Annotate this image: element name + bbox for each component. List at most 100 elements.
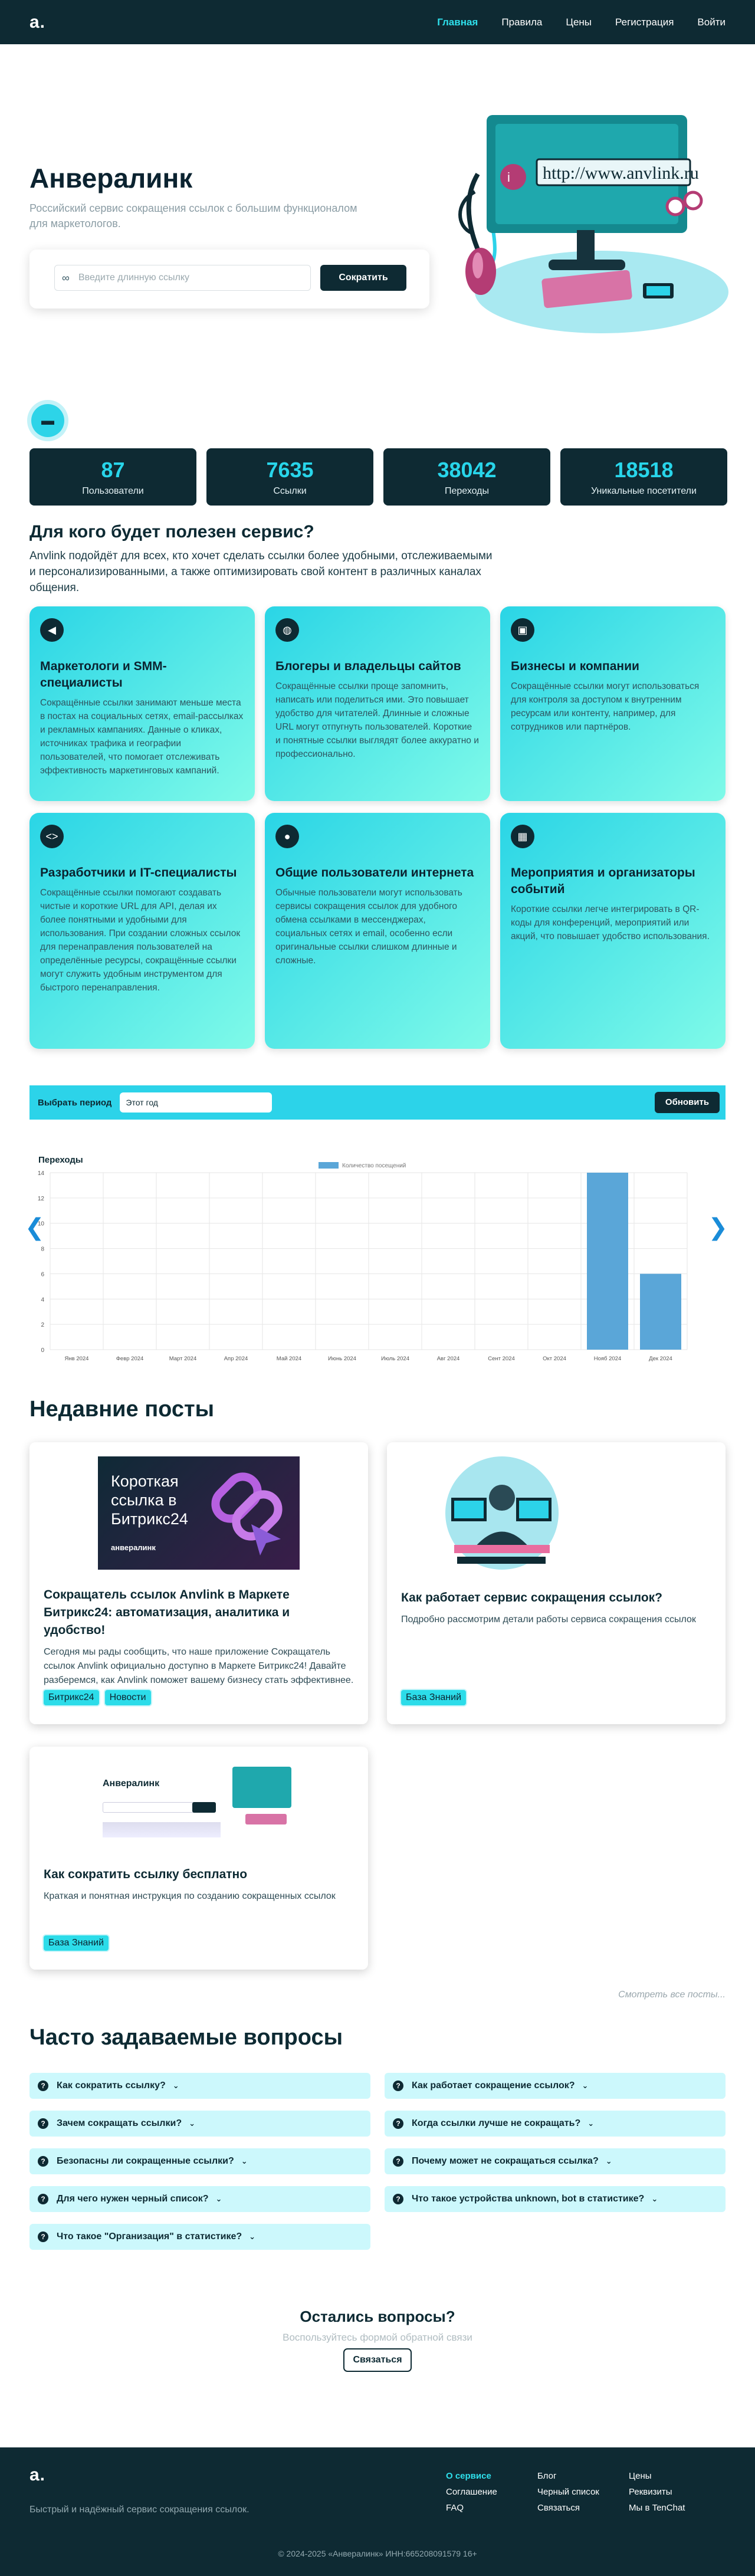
stat-links-value: 7635 <box>266 458 314 482</box>
period-label: Выбрать период <box>38 1097 112 1108</box>
footer-link-faq[interactable]: FAQ <box>446 2503 537 2513</box>
stats-section: ▬ 87 Пользователи 7635 Ссылки 38042 Переход… <box>29 342 727 506</box>
audience-card-marketers: ◀ Маркетологи и SMM-специалисты Сокращённы… <box>29 606 255 801</box>
menu-item-register[interactable]: Регистрация <box>615 17 674 28</box>
faq-section: Часто задаваемые вопросы ? Как сократить … <box>29 2025 726 2250</box>
footer-link-agreement[interactable]: Соглашение <box>446 2487 537 2497</box>
faq-item[interactable]: ? Безопасны ли сокращенные ссылки? ⌄ <box>29 2148 370 2174</box>
faq-item[interactable]: ? Когда ссылки лучше не сокращать? ⌄ <box>385 2111 726 2137</box>
contact-button[interactable]: Связаться <box>343 2348 412 2372</box>
post-image-workstation <box>445 1456 559 1570</box>
post-card-how-it-works[interactable]: Как работает сервис сокращения ссылок? П… <box>387 1442 726 1724</box>
main-menu: Главная Правила Цены Регистрация Войти <box>437 17 726 28</box>
chevron-down-icon: ⌄ <box>605 2157 612 2165</box>
y-tick-label: 14 <box>38 1170 45 1177</box>
post-title[interactable]: Сокращатель ссылок Anvlink в Маркете Бит… <box>44 1586 354 1639</box>
shorten-form: ∞ Введите длинную ссылку Сократить <box>29 250 429 309</box>
refresh-button[interactable]: Обновить <box>655 1092 720 1113</box>
tag-bitrix[interactable]: Битрикс24 <box>44 1690 99 1705</box>
faq-item[interactable]: ? Зачем сокращать ссылки? ⌄ <box>29 2111 370 2137</box>
y-tick-label: 10 <box>38 1221 45 1228</box>
x-tick-label: Июль 2024 <box>381 1356 409 1362</box>
question-icon: ? <box>38 2156 48 2167</box>
faq-item[interactable]: ? Как работает сокращение ссылок? ⌄ <box>385 2073 726 2099</box>
user-icon: ● <box>275 825 299 848</box>
stat-links: 7635 Ссылки <box>206 448 373 506</box>
footer-link-prices[interactable]: Цены <box>629 2471 711 2481</box>
copyright: © 2024-2025 «Анвералинк» ИНН:66520809157… <box>278 2549 477 2558</box>
faq-item[interactable]: ? Для чего нужен черный список? ⌄ <box>29 2186 370 2212</box>
x-tick-label: Май 2024 <box>277 1356 301 1362</box>
svg-text:i: i <box>507 170 510 185</box>
long-url-placeholder: Введите длинную ссылку <box>78 273 190 283</box>
question-icon: ? <box>393 2118 403 2129</box>
chat-icon[interactable]: ▬ <box>31 404 64 437</box>
shorten-button[interactable]: Сократить <box>320 265 406 291</box>
card-text: Сокращённые ссылки помогают создавать чи… <box>40 888 241 993</box>
post-excerpt: Сегодня мы рады сообщить, что наше прило… <box>44 1647 354 1685</box>
stat-users: 87 Пользователи <box>29 448 196 506</box>
menu-item-prices[interactable]: Цены <box>566 17 592 28</box>
post-card-bitrix[interactable]: Короткая ссылка в Битрикс24 анвералинк С… <box>29 1442 368 1724</box>
x-tick-label: Февр 2024 <box>116 1356 144 1362</box>
stat-users-label: Пользователи <box>82 486 144 496</box>
link-icon: ∞ <box>62 272 70 284</box>
post-excerpt: Подробно рассмотрим детали работы сервис… <box>401 1614 696 1625</box>
question-icon: ? <box>38 2118 48 2129</box>
logo[interactable]: a. <box>29 12 45 32</box>
clicks-chart: Переходы ❮ ❯ Количество посещений 0 2 4 6 8 10… <box>25 1137 728 1391</box>
audience-intro: Anvlink подойдёт для всех, кто хочет сде… <box>29 550 493 594</box>
stat-users-value: 87 <box>101 458 125 482</box>
post-image-site-preview: Анвералинк <box>98 1761 300 1849</box>
footer-logo[interactable]: a. <box>29 2465 45 2485</box>
chevron-down-icon: ⌄ <box>651 2194 658 2203</box>
hero-title: Анвералинк <box>29 163 193 193</box>
footer-link-contact[interactable]: Связаться <box>537 2503 629 2513</box>
footer: a. Быстрый и надёжный сервис сокращения … <box>0 2447 755 2576</box>
all-posts-link[interactable]: Смотреть все посты... <box>29 1990 726 2000</box>
preview-logo-text: Анвералинк <box>103 1778 160 1789</box>
faq-item[interactable]: ? Что такое устройства unknown, bot в ста… <box>385 2186 726 2212</box>
faq-question: Безопасны ли сокращенные ссылки? <box>57 2156 234 2166</box>
faq-item[interactable]: ? Как сократить ссылку? ⌄ <box>29 2073 370 2099</box>
faq-item[interactable]: ? Что такое "Организация" в статистике? ⌄ <box>29 2224 370 2250</box>
question-icon: ? <box>38 2194 48 2204</box>
faq-title: Часто задаваемые вопросы <box>29 2025 343 2050</box>
x-tick-label: Июнь 2024 <box>328 1356 356 1362</box>
long-url-input[interactable]: ∞ Введите длинную ссылку <box>54 265 311 291</box>
audience-card-business: ▣ Бизнесы и компании Сокращённые ссылки мо… <box>500 606 726 801</box>
footer-link-about[interactable]: О сервисе <box>446 2471 537 2481</box>
contact-text: Воспользуйтесь формой обратной связи <box>283 2332 472 2343</box>
x-tick-label: Авг 2024 <box>437 1356 460 1362</box>
chevron-down-icon: ⌄ <box>189 2119 195 2128</box>
menu-item-login[interactable]: Войти <box>697 17 726 28</box>
period-bar: Выбрать период Этот год Обновить <box>29 1085 726 1120</box>
post-title[interactable]: Как сократить ссылку бесплатно <box>44 1866 354 1883</box>
post-image-title: Короткая ссылка в Битрикс24 <box>111 1472 188 1528</box>
stat-links-label: Ссылки <box>273 486 307 496</box>
faq-question: Как сократить ссылку? <box>57 2081 166 2091</box>
footer-link-requisites[interactable]: Реквизиты <box>629 2487 711 2497</box>
tag-news[interactable]: Новости <box>104 1690 151 1705</box>
footer-link-blog[interactable]: Блог <box>537 2471 629 2481</box>
audience-section: Для кого будет полезен сервис? Anvlink п… <box>29 522 726 1049</box>
footer-link-tenchat[interactable]: Мы в TenChat <box>629 2503 711 2513</box>
footer-link-blacklist[interactable]: Черный список <box>537 2487 629 2497</box>
calendar-icon: ▦ <box>511 825 534 848</box>
x-tick-label: Окт 2024 <box>543 1356 566 1362</box>
card-title: Общие пользователи интернета <box>275 866 474 880</box>
y-tick-label: 2 <box>41 1322 44 1328</box>
chevron-down-icon: ⌄ <box>249 2232 256 2241</box>
post-title[interactable]: Как работает сервис сокращения ссылок? <box>401 1589 711 1607</box>
faq-item[interactable]: ? Почему может не сокращаться ссылка? ⌄ <box>385 2148 726 2174</box>
post-card-free-shorten[interactable]: Анвералинк Как сократить ссылку бесплатн… <box>29 1747 368 1970</box>
card-text: Короткие ссылки легче интегрировать в QR… <box>511 904 710 941</box>
tag-knowledge-base[interactable]: База Знаний <box>401 1690 467 1705</box>
menu-item-home[interactable]: Главная <box>437 17 478 28</box>
tag-knowledge-base[interactable]: База Знаний <box>44 1935 109 1951</box>
chevron-down-icon: ⌄ <box>215 2194 222 2203</box>
stat-unique: 18518 Уникальные посетители <box>560 448 727 506</box>
card-title: Маркетологи и SMM-специалисты <box>40 659 167 690</box>
menu-item-rules[interactable]: Правила <box>501 17 542 28</box>
period-select[interactable]: Этот год <box>120 1092 273 1113</box>
